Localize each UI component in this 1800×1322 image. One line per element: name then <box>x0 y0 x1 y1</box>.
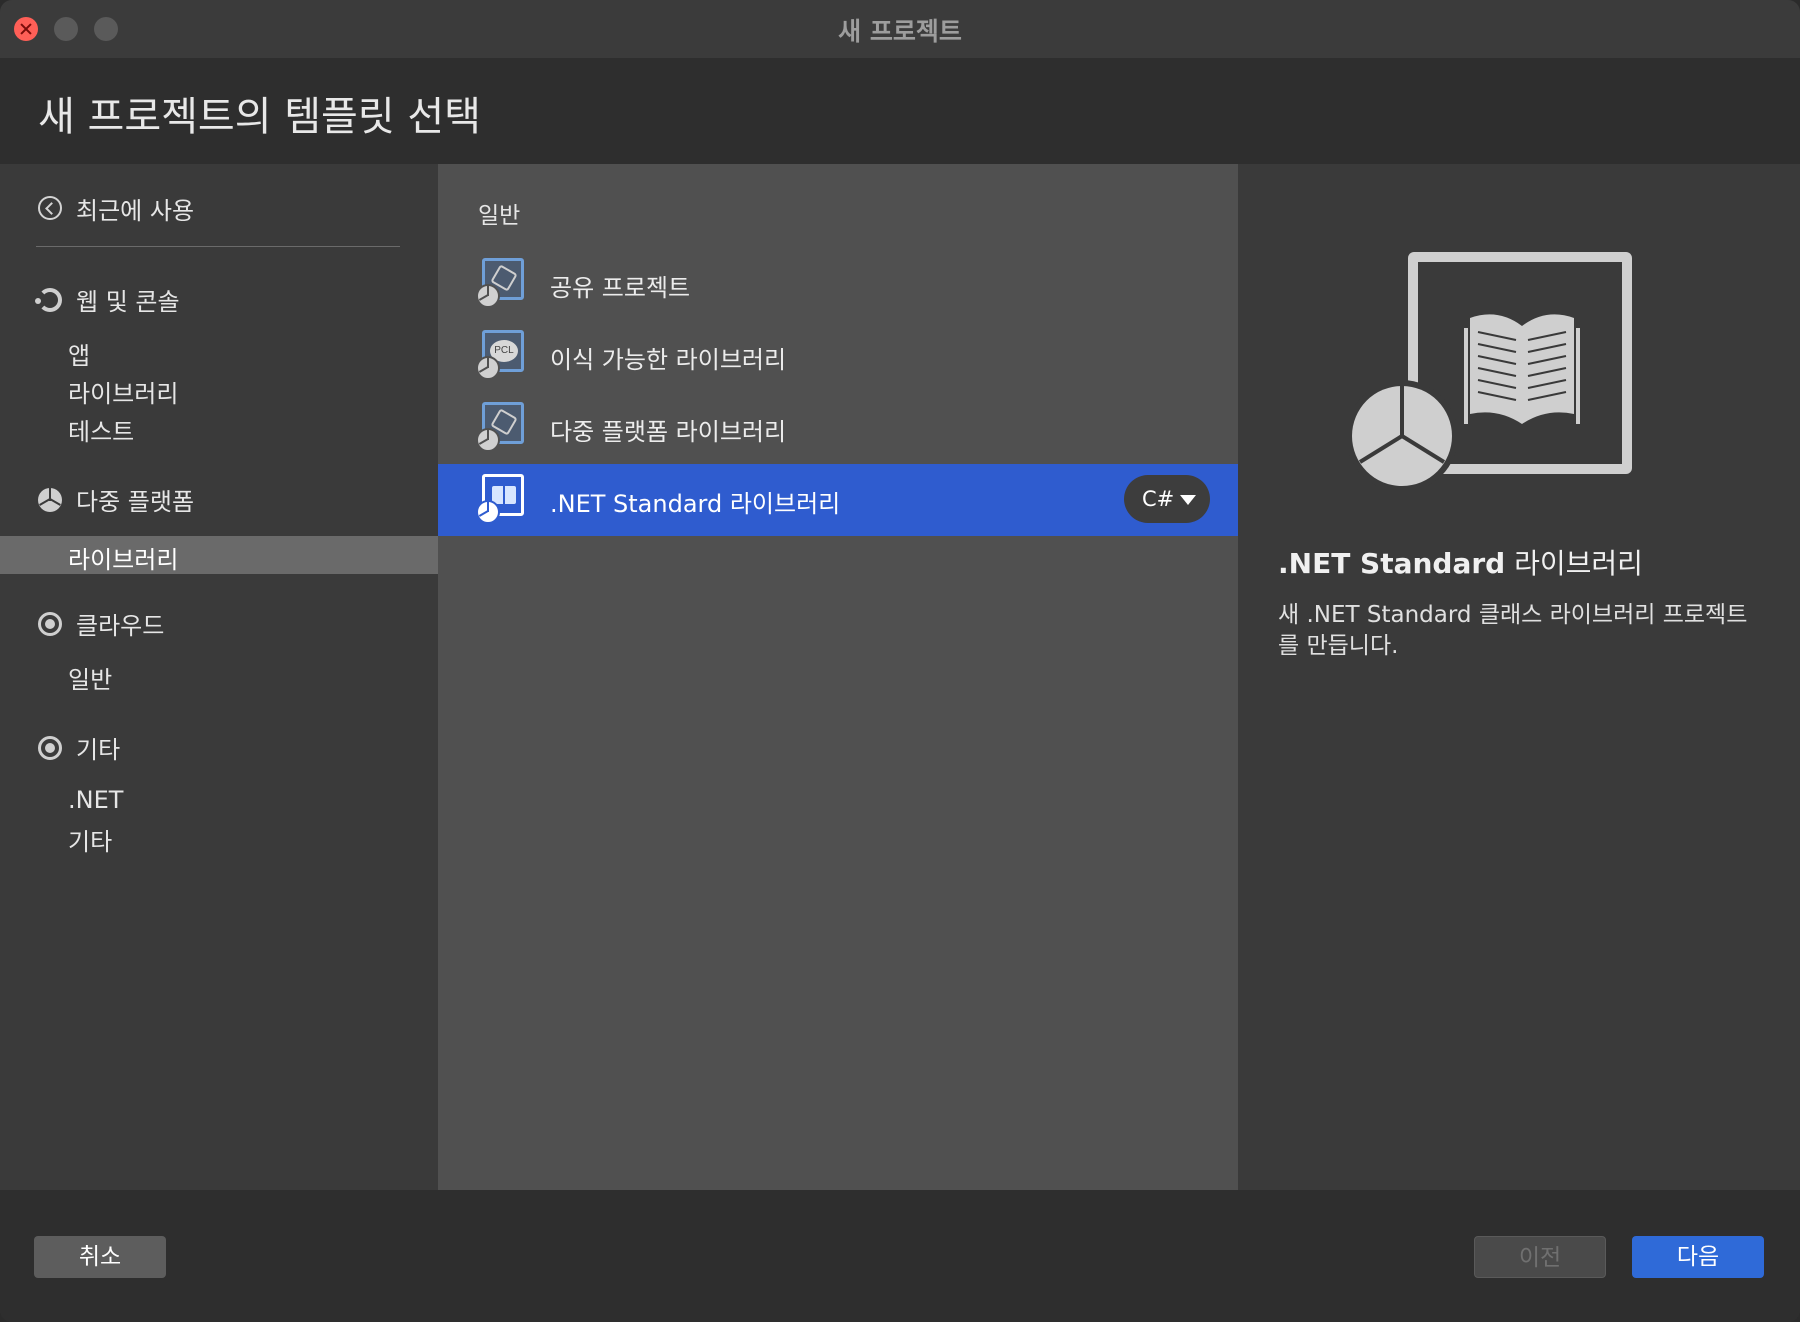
library-preview-icon <box>1348 252 1632 492</box>
template-shared-project[interactable]: 공유 프로젝트 <box>438 248 1238 320</box>
sidebar-item-library[interactable]: 라이브러리 <box>68 374 178 409</box>
pie-icon <box>38 487 62 512</box>
selected-item-highlight <box>0 536 438 574</box>
category-label: 기타 <box>76 736 121 764</box>
title-bar: 새 프로젝트 <box>0 0 1800 58</box>
category-label: 웹 및 콘솔 <box>76 288 180 316</box>
category-label: 다중 플랫폼 <box>76 488 195 516</box>
category-multiplatform[interactable]: 다중 플랫폼 <box>38 482 194 517</box>
template-multiplatform-library[interactable]: 다중 플랫폼 라이브러리 <box>438 392 1238 464</box>
next-button[interactable]: 다음 <box>1632 1236 1764 1278</box>
back-circle-icon <box>38 196 62 220</box>
template-label: 공유 프로젝트 <box>550 274 691 302</box>
category-sidebar: 최근에 사용 웹 및 콘솔 앱 라이브러리 테스트 다중 플랫폼 라이브러리 클… <box>0 164 438 1190</box>
ring-icon <box>38 611 62 636</box>
template-detail-panel: .NET Standard 라이브러리 새 .NET Standard 클래스 … <box>1238 164 1800 1190</box>
detail-title-rest: 라이브러리 <box>1505 547 1643 580</box>
detail-title-bold: .NET Standard <box>1278 547 1506 580</box>
template-label: .NET Standard 라이브러리 <box>550 490 841 518</box>
sidebar-item-test[interactable]: 테스트 <box>68 412 134 447</box>
new-project-dialog: 새 프로젝트 새 프로젝트의 템플릿 선택 최근에 사용 웹 및 콘솔 앱 라이… <box>0 0 1800 1322</box>
sidebar-divider <box>36 246 400 247</box>
refresh-icon <box>35 287 62 312</box>
language-value: C# <box>1142 487 1175 511</box>
ring-icon <box>38 735 62 760</box>
template-section-label: 일반 <box>478 203 521 229</box>
cancel-button[interactable]: 취소 <box>34 1236 166 1278</box>
page-title: 새 프로젝트의 템플릿 선택 <box>38 94 481 140</box>
sidebar-item-general[interactable]: 일반 <box>68 660 112 695</box>
shared-project-icon <box>476 258 526 308</box>
multiplatform-library-icon <box>476 402 526 452</box>
sidebar-item-dotnet[interactable]: .NET <box>68 786 123 814</box>
sidebar-item-other[interactable]: 기타 <box>68 822 112 857</box>
category-web-console[interactable]: 웹 및 콘솔 <box>35 282 180 317</box>
caret-down-icon <box>1180 495 1196 505</box>
dialog-footer: 취소 이전 다음 <box>0 1190 1800 1322</box>
template-portable-library[interactable]: PCL 이식 가능한 라이브러리 <box>438 320 1238 392</box>
recent-used-link[interactable]: 최근에 사용 <box>38 190 194 226</box>
detail-title: .NET Standard 라이브러리 <box>1278 542 1643 582</box>
pcl-icon: PCL <box>476 330 526 380</box>
category-label: 클라우드 <box>76 612 165 640</box>
category-other[interactable]: 기타 <box>38 730 120 765</box>
sidebar-item-app[interactable]: 앱 <box>68 336 90 371</box>
book-icon <box>476 474 526 524</box>
window-title: 새 프로젝트 <box>838 17 962 46</box>
previous-button[interactable]: 이전 <box>1474 1236 1606 1278</box>
sidebar-item-multiplatform-library[interactable]: 라이브러리 <box>68 540 178 575</box>
detail-description: 새 .NET Standard 클래스 라이브러리 프로젝트를 만듭니다. <box>1278 602 1748 659</box>
recent-used-label: 최근에 사용 <box>76 196 195 225</box>
category-cloud[interactable]: 클라우드 <box>38 606 164 641</box>
template-label: 이식 가능한 라이브러리 <box>550 346 787 374</box>
language-dropdown[interactable]: C# <box>1124 475 1210 523</box>
dialog-header: 새 프로젝트의 템플릿 선택 <box>0 58 1800 164</box>
template-list: 일반 공유 프로젝트 PCL 이식 가능한 라이브러리 다중 플랫폼 라이브러리 <box>438 164 1238 1190</box>
template-netstandard-library[interactable]: .NET Standard 라이브러리 C# <box>438 464 1238 536</box>
template-label: 다중 플랫폼 라이브러리 <box>550 418 787 446</box>
